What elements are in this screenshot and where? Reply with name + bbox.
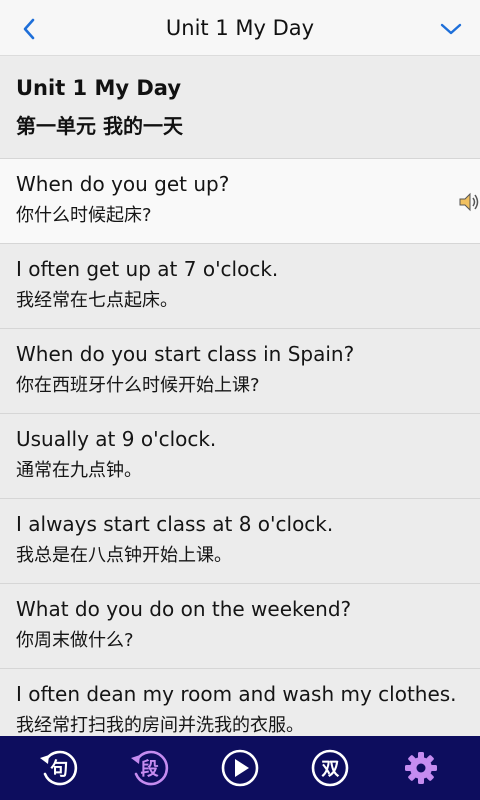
gear-icon (404, 752, 437, 784)
sentence-zh: 我经常在七点起床。 (16, 290, 178, 311)
sentence-row[interactable]: What do you do on the weekend? 你周末做什么? (0, 584, 480, 669)
play-button[interactable] (216, 744, 264, 792)
bilingual-button[interactable]: 双 (306, 744, 354, 792)
top-bar: Unit 1 My Day (0, 0, 480, 56)
sentence-zh: 我总是在八点钟开始上课。 (16, 545, 232, 566)
sentence-zh: 通常在九点钟。 (16, 460, 142, 481)
lesson-title-zh: 第一单元 我的一天 (16, 114, 183, 138)
playback-toolbar: 句 段 双 (0, 736, 480, 800)
unit-dropdown-button[interactable] (436, 14, 466, 44)
sentence-en: I often dean my room and wash my clothes… (16, 682, 457, 706)
sentence-en: What do you do on the weekend? (16, 597, 352, 621)
sentence-en: Usually at 9 o'clock. (16, 427, 217, 451)
sentence-en: I often get up at 7 o'clock. (16, 257, 279, 281)
chevron-left-icon (23, 18, 35, 40)
sentence-en: I always start class at 8 o'clock. (16, 512, 334, 536)
lesson-header: Unit 1 My Day 第一单元 我的一天 (0, 57, 480, 159)
chevron-down-icon (440, 23, 462, 35)
paragraph-repeat-label: 段 (140, 759, 159, 780)
sentence-row[interactable]: I often dean my room and wash my clothes… (0, 669, 480, 736)
sentence-row[interactable]: Usually at 9 o'clock. 通常在九点钟。 (0, 414, 480, 499)
play-icon (221, 749, 259, 787)
paragraph-repeat-button[interactable]: 段 (126, 744, 174, 792)
sentence-zh: 我经常打扫我的房间并洗我的衣服。 (16, 715, 304, 736)
settings-button[interactable] (397, 744, 445, 792)
lesson-content[interactable]: Unit 1 My Day 第一单元 我的一天 When do you get … (0, 57, 480, 736)
back-button[interactable] (14, 14, 44, 44)
sentence-repeat-button[interactable]: 句 (35, 744, 83, 792)
sentence-zh: 你什么时候起床? (16, 205, 152, 226)
bilingual-label: 双 (321, 759, 340, 780)
page-title: Unit 1 My Day (165, 15, 315, 40)
sentence-zh: 你在西班牙什么时候开始上课? (16, 375, 260, 396)
sentence-row[interactable]: When do you start class in Spain? 你在西班牙什… (0, 329, 480, 414)
sentence-en: When do you start class in Spain? (16, 342, 355, 366)
sentence-row[interactable]: I often get up at 7 o'clock. 我经常在七点起床。 (0, 244, 480, 329)
sentence-row[interactable]: I always start class at 8 o'clock. 我总是在八… (0, 499, 480, 584)
lesson-title-en: Unit 1 My Day (16, 76, 182, 100)
sentence-repeat-label: 句 (50, 759, 69, 780)
sentence-zh: 你周末做什么? (16, 630, 134, 651)
speaker-icon[interactable] (458, 191, 480, 213)
sentence-en: When do you get up? (16, 172, 230, 196)
sentence-row[interactable]: When do you get up? 你什么时候起床? (0, 159, 480, 244)
